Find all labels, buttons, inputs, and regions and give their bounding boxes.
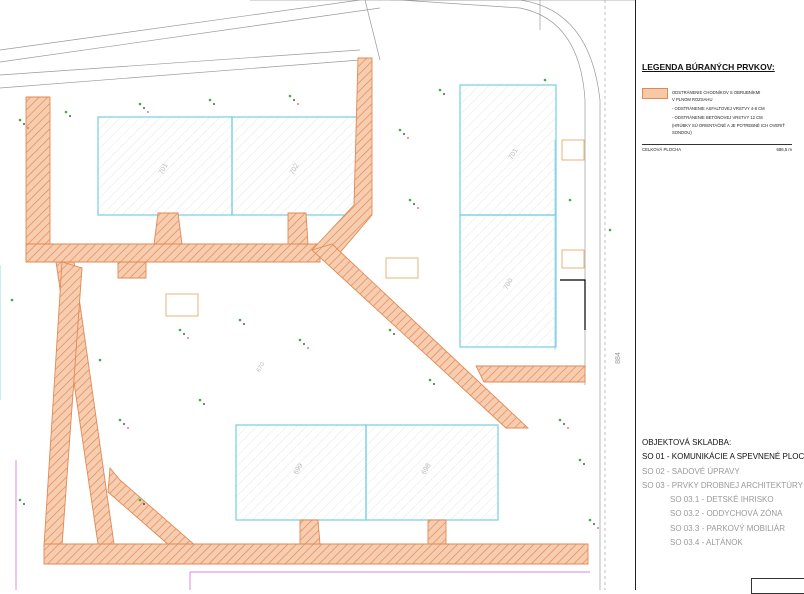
building-702: 702	[231, 116, 361, 216]
building-701: 701	[97, 116, 233, 216]
title-block-corner	[751, 578, 804, 594]
area-label: 670	[256, 361, 267, 373]
object-composition-title: OBJEKTOVÁ SKLADBA:	[642, 438, 732, 447]
building-698: 698	[365, 424, 499, 521]
legend-total-label: CELKOVÁ PLOCHA	[642, 147, 682, 152]
legend-item-line: SONDOU)	[672, 130, 692, 135]
object-item-so03-2: SO 03.2 - ODDYCHOVÁ ZÓNA	[670, 509, 783, 519]
legend-total-value: 686,5 m	[776, 147, 792, 152]
object-composition: OBJEKTOVÁ SKLADBA: SO 01 - KOMUNIKÁCIE A…	[642, 436, 804, 550]
demolition-swatch	[642, 88, 668, 99]
building-700: 700	[459, 214, 557, 348]
legend-item-line: (HRÚBKY SÚ ORIENTAČNÉ A JE POTREBNÉ ICH …	[672, 123, 785, 128]
site-plan-drawing: 701 702 701 700 699 698 884 670	[0, 0, 635, 590]
legend-panel: LEGENDA BÚRANÝCH PRVKOV: ODSTRÁNENIE CHO…	[635, 0, 804, 594]
object-item-so03: SO 03 - PRVKY DROBNEJ ARCHITEKTÚRY	[642, 480, 803, 490]
object-item-so03-1: SO 03.1 - DETSKÉ IHRISKO	[670, 495, 774, 505]
legend-item-line: ODSTRÁNENIE CHODNÍKOV S OBRUBNÍKMI	[672, 90, 761, 95]
object-item-so03-3: SO 03.3 - PARKOVÝ MOBILIÁR	[670, 523, 785, 533]
building-right-top: 701	[459, 84, 557, 216]
legend-title: LEGENDA BÚRANÝCH PRVKOV:	[642, 62, 775, 72]
black-fence-line	[560, 279, 586, 330]
legend-item-line: - ODSTRÁNENIE BETÓNOVEJ VRSTVY 12 CM	[672, 115, 763, 120]
object-item-so03-4: SO 03.4 - ALTÁNOK	[670, 538, 743, 548]
legend-item-line: - ODSTRÁNENIE ASFALTOVEJ VRSTVY 4-8 CM	[672, 106, 765, 111]
building-699: 699	[235, 424, 367, 521]
legend-item-line: V PLNOM ROZSAHU	[672, 97, 713, 102]
street-label: 884	[615, 352, 622, 364]
object-item-so01: SO 01 - KOMUNIKÁCIE A SPEVNENÉ PLOCHY	[642, 452, 804, 462]
legend-total-row: CELKOVÁ PLOCHA 686,5 m	[642, 144, 792, 152]
object-item-so02: SO 02 - SADOVÉ ÚPRAVY	[642, 466, 740, 476]
